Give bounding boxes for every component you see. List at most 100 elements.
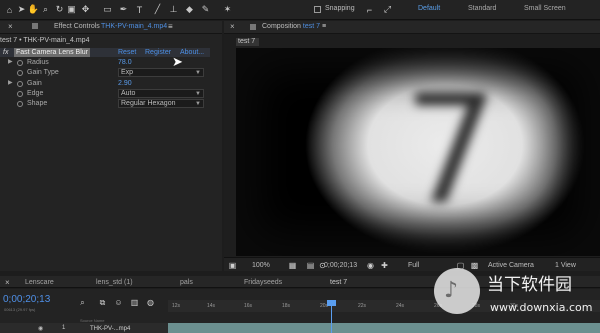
shy-icon[interactable]: ☺ <box>114 298 123 307</box>
ruler-tick: 24s <box>396 303 405 309</box>
mouse-cursor-icon: ➤ <box>172 54 183 69</box>
close-icon[interactable]: × <box>230 22 235 31</box>
timeline-tab[interactable]: Lenscare <box>25 279 54 287</box>
shape-dropdown[interactable]: Regular Hexagon ▼ <box>118 99 204 108</box>
lock-icon[interactable] <box>32 23 38 29</box>
timeline-tab[interactable]: Fridayseeds <box>244 279 282 287</box>
property-label: Gain Type <box>27 69 59 76</box>
hand-icon[interactable]: ✋ <box>28 4 39 15</box>
motion-blur-icon[interactable]: ◍ <box>146 298 155 307</box>
property-label: Edge <box>27 90 44 97</box>
snap-option-icon[interactable]: ⤢ <box>382 4 393 15</box>
type-icon[interactable]: T <box>134 4 145 15</box>
roto-brush-icon[interactable]: ✎ <box>200 4 211 15</box>
camera-dropdown[interactable]: Active Camera <box>488 262 534 270</box>
viewer-comp-tab[interactable]: test 7 <box>236 38 259 46</box>
transparency-icon[interactable]: ▤ <box>306 261 315 270</box>
effect-controls-layer: THK-PV-main_4.mp4 <box>101 23 168 30</box>
timeline-tab[interactable]: lens_std (1) <box>96 279 133 287</box>
reset-link[interactable]: Reset <box>118 48 136 57</box>
resolution-dropdown[interactable]: Full <box>408 262 419 270</box>
dropdown-value: Auto <box>121 90 136 97</box>
chevron-down-icon: ▼ <box>195 91 201 97</box>
ruler-tick: 14s <box>207 303 216 309</box>
composition-tab-name: test 7 <box>302 23 320 30</box>
panel-menu-icon[interactable]: ≡ <box>168 22 173 31</box>
close-icon[interactable]: × <box>5 278 10 287</box>
brush-icon[interactable]: ╱ <box>152 4 163 15</box>
snapping-label: Snapping <box>325 5 355 12</box>
workspace-small-screen[interactable]: Small Screen <box>524 5 566 12</box>
clone-stamp-icon[interactable]: ⊥ <box>168 4 179 15</box>
selection-icon[interactable]: ➤ <box>16 4 27 15</box>
pen-icon[interactable]: ✒ <box>118 4 129 15</box>
fx-toggle[interactable]: fx <box>3 48 8 57</box>
stopwatch-icon[interactable] <box>17 91 23 97</box>
pan-behind-icon[interactable]: ✥ <box>80 4 91 15</box>
snap-icon[interactable]: ⌐ <box>364 4 375 15</box>
safe-zones-icon[interactable]: ▦ <box>288 261 297 270</box>
gain-type-dropdown[interactable]: Exp ▼ <box>118 68 204 77</box>
watermark-url: www.downxia.com <box>490 301 593 314</box>
chevron-down-icon: ▼ <box>195 101 201 107</box>
radius-value[interactable]: 78.0 <box>118 58 132 67</box>
layer-name[interactable]: THK-PV-...mp4 <box>90 325 130 333</box>
search-icon[interactable]: ⌕ <box>78 298 87 307</box>
expand-icon[interactable]: ▶ <box>8 58 13 67</box>
layer-duration-bar[interactable] <box>168 323 600 333</box>
stopwatch-icon[interactable] <box>17 70 23 76</box>
chevron-down-icon: ▼ <box>195 70 201 76</box>
stopwatch-icon[interactable] <box>17 101 23 107</box>
effect-name[interactable]: Fast Camera Lens Blur <box>14 48 90 57</box>
mask-icon[interactable]: ▭ <box>102 4 113 15</box>
edge-dropdown[interactable]: Auto ▼ <box>118 89 204 98</box>
composition-viewer[interactable]: 7 <box>236 48 600 256</box>
show-channel-icon[interactable]: ✚ <box>380 261 389 270</box>
workspace-standard[interactable]: Standard <box>468 5 496 12</box>
property-label: Radius <box>27 59 49 66</box>
visibility-icon[interactable]: ◉ <box>38 325 43 332</box>
ruler-tick: 18s <box>282 303 291 309</box>
preview-icon[interactable]: ▣ <box>228 261 237 270</box>
comp-flowchart-icon[interactable]: ⧉ <box>98 298 107 307</box>
views-dropdown[interactable]: 1 View <box>555 262 576 270</box>
workspace-default[interactable]: Default <box>418 5 440 12</box>
dropdown-value: Exp <box>121 69 134 76</box>
effect-controls-tab[interactable]: Effect Controls <box>54 23 100 30</box>
dropdown-value: Regular Hexagon <box>121 100 176 107</box>
close-icon[interactable]: × <box>8 22 13 31</box>
composition-tab[interactable]: Composition test 7 ≡ <box>262 23 326 30</box>
watermark-logo-icon: ♪ <box>444 278 459 303</box>
camera-icon[interactable]: ▣ <box>66 4 77 15</box>
rotate-icon[interactable]: ↻ <box>54 4 65 15</box>
stopwatch-icon[interactable] <box>17 81 23 87</box>
ruler-tick: 16s <box>244 303 253 309</box>
composition-tab-label: Composition <box>262 23 301 30</box>
zoom-dropdown[interactable]: 100% <box>252 262 270 270</box>
playhead[interactable] <box>331 300 332 333</box>
ruler-tick: 12s <box>172 303 181 309</box>
puppet-pin-icon[interactable]: ✶ <box>222 4 233 15</box>
vignette <box>236 48 600 256</box>
camera-snapshot-icon[interactable]: ◉ <box>366 261 375 270</box>
about-link[interactable]: About... <box>180 48 204 57</box>
zoom-icon[interactable]: ⌕ <box>40 4 51 15</box>
home-icon[interactable]: ⌂ <box>4 4 15 15</box>
property-label: Gain <box>27 80 42 87</box>
timeline-tab-active[interactable]: test 7 <box>330 279 347 287</box>
property-label: Shape <box>27 100 48 107</box>
eraser-icon[interactable]: ◆ <box>184 4 195 15</box>
frame-blend-icon[interactable]: ▥ <box>130 298 139 307</box>
gain-value[interactable]: 2.90 <box>118 79 132 88</box>
snapping-checkbox[interactable] <box>314 6 321 13</box>
timeline-timecode[interactable]: 0;00;20;13 <box>3 294 50 305</box>
layer-number: 1 <box>62 325 66 331</box>
timeline-tab[interactable]: pals <box>180 279 193 287</box>
expand-icon[interactable]: ▶ <box>8 79 13 88</box>
current-time[interactable]: 0;00;20;13 <box>324 262 357 270</box>
stopwatch-icon[interactable] <box>17 60 23 66</box>
register-link[interactable]: Register <box>145 48 171 57</box>
breadcrumb: test 7 • THK-PV-main_4.mp4 <box>0 37 90 44</box>
grid-icon[interactable]: ▩ <box>470 261 479 270</box>
lock-icon[interactable] <box>250 24 256 30</box>
